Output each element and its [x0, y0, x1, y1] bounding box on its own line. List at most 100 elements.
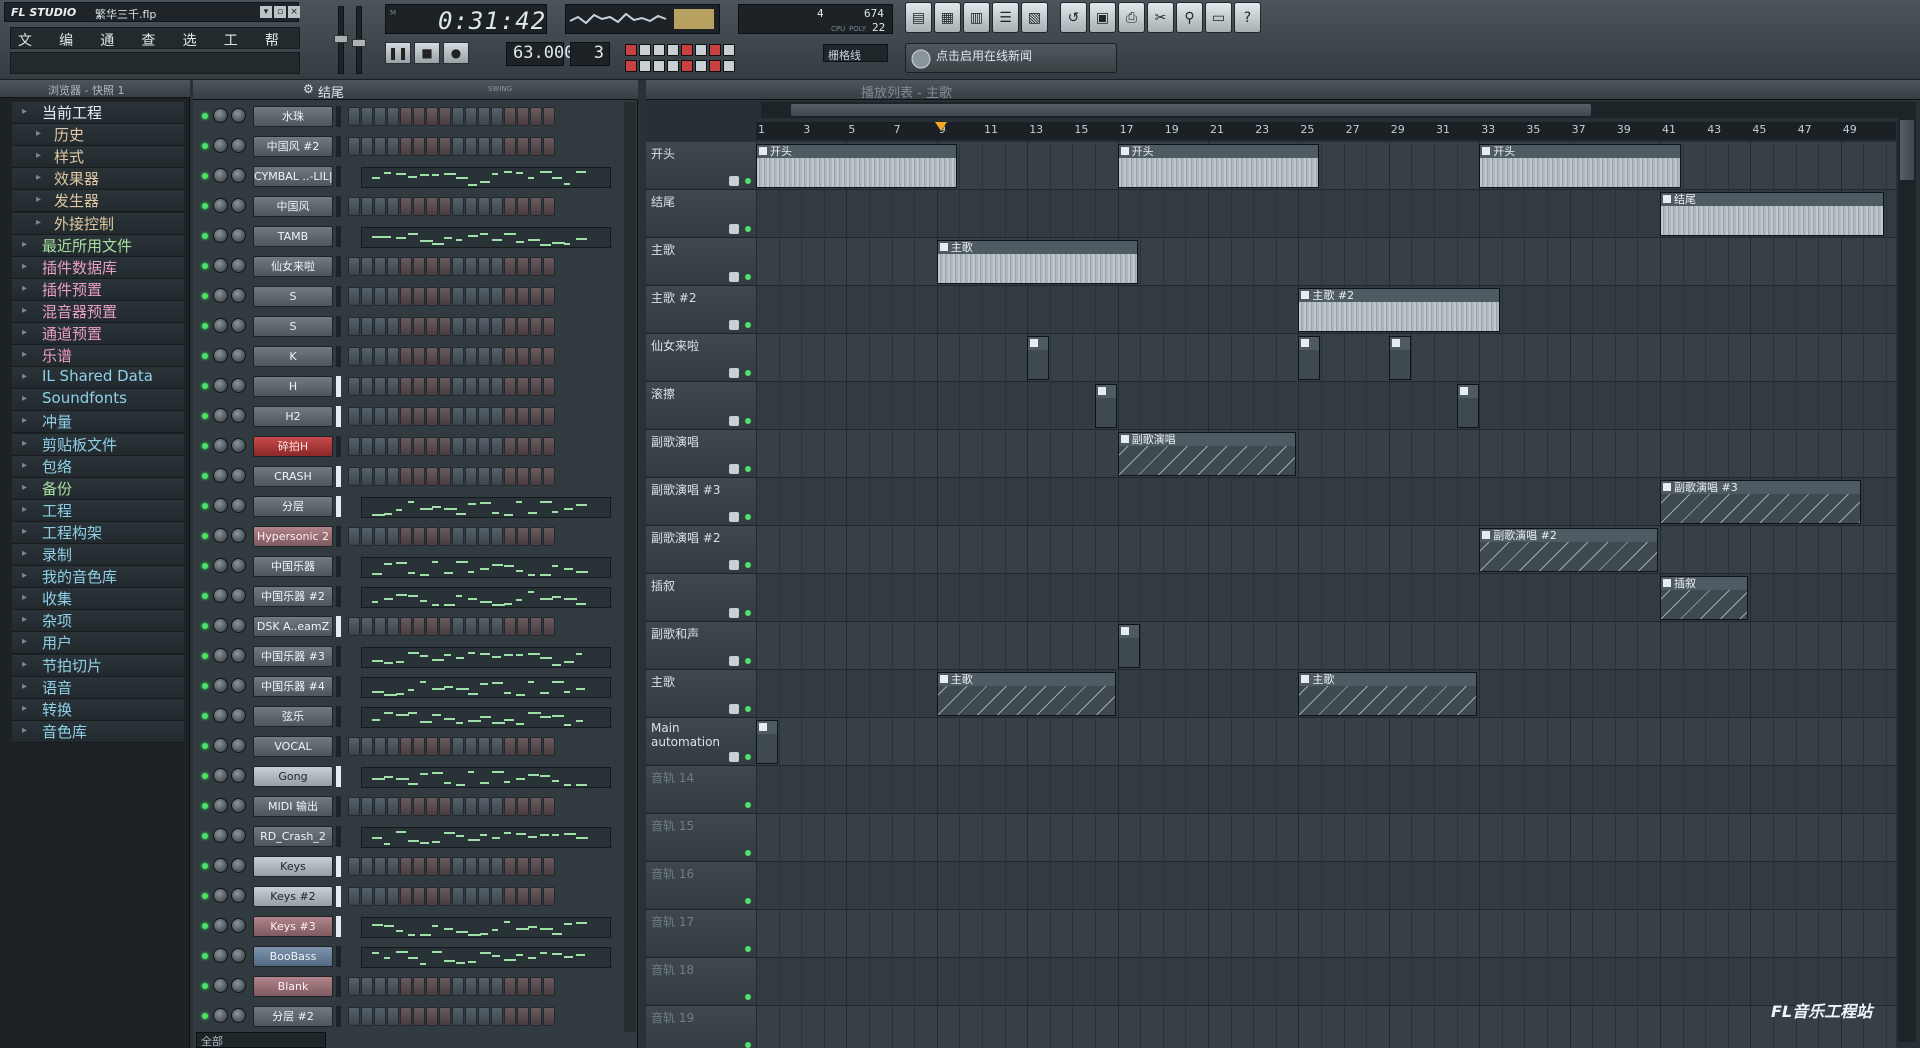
- volume-knob[interactable]: [231, 948, 246, 963]
- pan-knob[interactable]: [213, 798, 228, 813]
- volume-knob[interactable]: [231, 678, 246, 693]
- step-button[interactable]: [374, 407, 386, 426]
- track-header[interactable]: 音轨 16: [646, 862, 756, 910]
- step-button[interactable]: [452, 137, 464, 156]
- step-button[interactable]: [439, 137, 451, 156]
- step-button[interactable]: [426, 257, 438, 276]
- browser-item[interactable]: ▸ Soundfonts: [12, 389, 184, 412]
- step-button[interactable]: [374, 977, 386, 996]
- channel-mute-led[interactable]: [202, 323, 208, 329]
- step-button[interactable]: [387, 857, 399, 876]
- channel-select-indicator[interactable]: [336, 616, 341, 637]
- step-button[interactable]: [348, 1007, 360, 1026]
- step-button[interactable]: [400, 737, 412, 756]
- channel-name-button[interactable]: 中国乐器 #3: [253, 646, 333, 667]
- step-button[interactable]: [387, 467, 399, 486]
- step-button[interactable]: [517, 527, 529, 546]
- track-header[interactable]: 开头: [646, 142, 756, 190]
- pan-knob[interactable]: [213, 438, 228, 453]
- step-button[interactable]: [413, 317, 425, 336]
- step-button[interactable]: [530, 197, 542, 216]
- step-button[interactable]: [478, 137, 490, 156]
- step-button[interactable]: [491, 377, 503, 396]
- mini-piano-roll[interactable]: [361, 167, 611, 188]
- track-mute-led[interactable]: [745, 514, 751, 520]
- channel-select-indicator[interactable]: [336, 646, 341, 667]
- step-button[interactable]: [348, 737, 360, 756]
- browser-item[interactable]: ▸ 节拍切片: [12, 654, 184, 677]
- pattern-clip[interactable]: 开头: [1479, 144, 1681, 188]
- volume-knob[interactable]: [231, 558, 246, 573]
- pan-knob[interactable]: [213, 978, 228, 993]
- pan-knob[interactable]: [213, 948, 228, 963]
- step-button[interactable]: [361, 197, 373, 216]
- lock-icon[interactable]: [729, 512, 739, 522]
- volume-knob[interactable]: [231, 168, 246, 183]
- step-button[interactable]: [465, 257, 477, 276]
- step-button[interactable]: [374, 347, 386, 366]
- step-button[interactable]: [426, 197, 438, 216]
- step-button[interactable]: [452, 797, 464, 816]
- browser-item[interactable]: ▸ 备份: [12, 477, 184, 500]
- channel-mute-led[interactable]: [202, 953, 208, 959]
- browser-item[interactable]: ▸ 音色库: [12, 720, 184, 743]
- vscroll-thumb[interactable]: [1900, 120, 1914, 180]
- step-button[interactable]: [426, 377, 438, 396]
- browser-item[interactable]: ▸ 效果器: [12, 168, 184, 191]
- step-button[interactable]: [387, 617, 399, 636]
- online-news-panel[interactable]: 点击启用在线新闻: [905, 43, 1117, 73]
- lock-icon[interactable]: [729, 608, 739, 618]
- step-button[interactable]: [348, 347, 360, 366]
- channel-mute-led[interactable]: [202, 173, 208, 179]
- step-button[interactable]: [517, 347, 529, 366]
- step-button[interactable]: [465, 887, 477, 906]
- channel-mute-led[interactable]: [202, 743, 208, 749]
- step-button[interactable]: [348, 887, 360, 906]
- step-button[interactable]: [374, 257, 386, 276]
- track-header[interactable]: 副歌演唱 #2: [646, 526, 756, 574]
- pattern-clip[interactable]: 结尾: [1660, 192, 1884, 236]
- step-button[interactable]: [374, 437, 386, 456]
- step-button[interactable]: [491, 467, 503, 486]
- volume-knob[interactable]: [231, 288, 246, 303]
- close-icon[interactable]: ×: [288, 6, 300, 18]
- step-button[interactable]: [413, 137, 425, 156]
- mini-piano-roll[interactable]: [361, 677, 611, 698]
- rec-option-button[interactable]: [653, 60, 665, 72]
- step-button[interactable]: [465, 407, 477, 426]
- step-button[interactable]: [504, 527, 516, 546]
- step-button[interactable]: [400, 137, 412, 156]
- step-button[interactable]: [374, 197, 386, 216]
- track-header[interactable]: 主歌 #2: [646, 286, 756, 334]
- step-button[interactable]: [426, 527, 438, 546]
- step-button[interactable]: [439, 797, 451, 816]
- channel-mute-led[interactable]: [202, 533, 208, 539]
- lock-icon[interactable]: [729, 560, 739, 570]
- step-button[interactable]: [452, 257, 464, 276]
- channel-select-indicator[interactable]: [336, 706, 341, 727]
- step-button[interactable]: [426, 107, 438, 126]
- step-button[interactable]: [374, 377, 386, 396]
- stop-button[interactable]: ■: [414, 42, 440, 64]
- mini-piano-roll[interactable]: [361, 917, 611, 938]
- step-button[interactable]: [543, 437, 555, 456]
- step-button[interactable]: [530, 377, 542, 396]
- master-pitch-slider[interactable]: [352, 6, 366, 74]
- step-button[interactable]: [400, 797, 412, 816]
- menu-item-2[interactable]: 通道: [93, 28, 134, 69]
- channel-name-button[interactable]: 分层: [253, 496, 333, 517]
- channel-select-indicator[interactable]: [336, 946, 341, 967]
- channel-name-button[interactable]: 中国风 #2: [253, 136, 333, 157]
- track-mute-led[interactable]: [745, 802, 751, 808]
- step-button[interactable]: [465, 287, 477, 306]
- menu-item-6[interactable]: 帮助: [258, 28, 299, 69]
- channel-mute-led[interactable]: [202, 833, 208, 839]
- track-lane[interactable]: [756, 334, 1896, 382]
- channel-mute-led[interactable]: [202, 503, 208, 509]
- step-button[interactable]: [465, 797, 477, 816]
- record-button[interactable]: ●: [443, 42, 469, 64]
- browser-item[interactable]: ▸ 录制: [12, 544, 184, 566]
- lock-icon[interactable]: [729, 272, 739, 282]
- step-button[interactable]: [439, 857, 451, 876]
- step-button[interactable]: [387, 197, 399, 216]
